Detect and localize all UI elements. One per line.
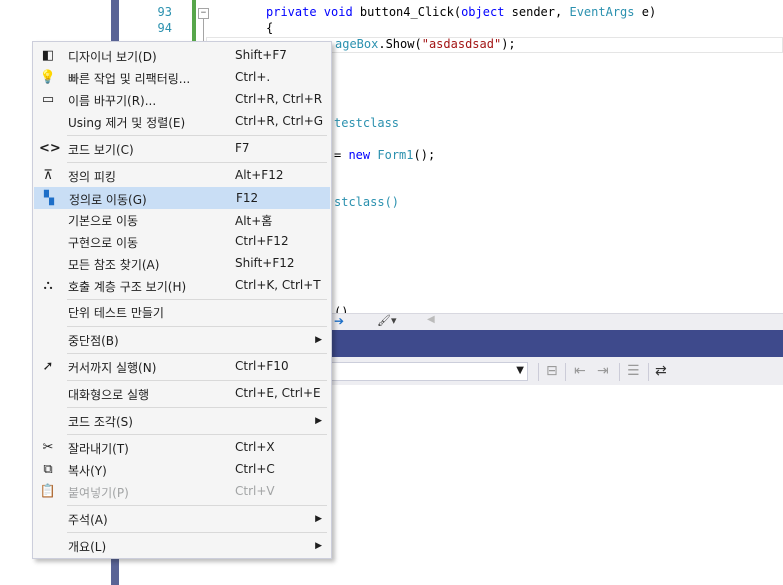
menu-item-view-designer[interactable]: ◧ 디자이너 보기(D) Shift+F7 [34,45,330,67]
code-icon: <> [39,141,61,156]
menu-separator [67,353,327,354]
menu-separator [67,326,327,327]
menu-item-peek-definition[interactable]: ⊼ 정의 피킹 Alt+F12 [34,165,330,187]
run-to-cursor-icon: ➚ [42,359,54,374]
menu-item-breakpoint[interactable]: 중단점(B) ▶ [34,329,330,351]
menu-item-execute-interactive[interactable]: 대화형으로 실행 Ctrl+E, Ctrl+E [34,383,330,405]
prev-item-icon[interactable]: ⇤ [574,363,586,379]
chevron-down-icon: ▼ [516,365,524,376]
copy-icon: ⧉ [43,462,53,477]
menu-item-paste[interactable]: 📋 붙여넣기(P) Ctrl+V [34,481,330,503]
menu-item-comment[interactable]: 주석(A) ▶ [34,508,330,530]
find-icon[interactable]: ⊟ [546,363,558,379]
menu-item-go-to-definition[interactable]: ▚ 정의로 이동(G) F12 [34,187,330,209]
menu-item-create-unit-tests[interactable]: 단위 테스트 만들기 [34,301,330,323]
menu-item-view-code[interactable]: <> 코드 보기(C) F7 [34,138,330,160]
next-item-icon[interactable]: ⇥ [597,363,609,379]
menu-item-outlining[interactable]: 개요(L) ▶ [34,535,330,557]
goto-definition-icon: ▚ [44,191,54,206]
line-number-93: 93 [157,5,172,19]
code-fragment-new-form: = new Form1(); [334,148,436,162]
menu-item-cut[interactable]: ✂ 잘라내기(T) Ctrl+X [34,437,330,459]
menu-separator [67,380,327,381]
clear-all-icon[interactable]: ☰ [627,363,640,379]
collapse-icon[interactable]: − [198,8,209,19]
menu-item-go-to-base[interactable]: 기본으로 이동 Alt+홈 [34,209,330,231]
menu-item-view-call-hierarchy[interactable]: ⛬ 호출 계층 구조 보기(H) Ctrl+K, Ctrl+T [34,275,330,297]
menu-item-run-to-cursor[interactable]: ➚ 커서까지 실행(N) Ctrl+F10 [34,356,330,378]
submenu-arrow-icon: ▶ [315,416,322,426]
menu-separator [67,135,327,136]
call-hierarchy-icon: ⛬ [43,278,53,293]
designer-icon: ◧ [41,48,55,63]
navigate-forward-icon[interactable]: ➔ [334,314,344,328]
submenu-arrow-icon: ▶ [315,541,322,551]
submenu-arrow-icon: ▶ [315,335,322,345]
menu-item-snippet[interactable]: 코드 조각(S) ▶ [34,410,330,432]
menu-separator [67,532,327,533]
toolbar-separator [619,363,620,381]
menu-item-quick-actions[interactable]: 💡 빠른 작업 및 리팩터링... Ctrl+. [34,67,330,89]
menu-separator [67,299,327,300]
code-line-94: { [266,21,274,35]
menu-separator [67,162,327,163]
menu-separator [67,505,327,506]
code-fragment-testclass: testclass [334,116,400,130]
toolbar-separator [538,363,539,381]
word-wrap-icon[interactable]: ⇄ [655,363,667,379]
code-fragment-testclass-ctor: stclass() [334,195,400,209]
line-number-94: 94 [157,21,172,35]
context-menu: ◧ 디자이너 보기(D) Shift+F7 💡 빠른 작업 및 리팩터링... … [32,41,332,559]
menu-item-go-to-implementation[interactable]: 구현으로 이동 Ctrl+F12 [34,231,330,253]
rename-icon: ▭ [41,92,55,107]
paste-icon: 📋 [39,484,57,499]
code-line-93: private void button4_Click(object sender… [266,5,657,19]
brush-icon[interactable]: 🖌▾ [377,314,397,327]
toolbar-dropdown[interactable]: ▼ [330,362,528,381]
menu-item-copy[interactable]: ⧉ 복사(Y) Ctrl+C [34,459,330,481]
lightbulb-icon: 💡 [39,70,57,85]
submenu-arrow-icon: ▶ [315,514,322,524]
menu-item-rename[interactable]: ▭ 이름 바꾸기(R)... Ctrl+R, Ctrl+R [34,89,330,111]
code-line-messagebox: ageBox.Show("asdasdsad"); [335,37,516,51]
scissors-icon: ✂ [42,440,54,455]
scroll-left-icon[interactable]: ◀ [427,314,435,325]
peek-icon: ⊼ [43,168,53,183]
menu-item-remove-sort-usings[interactable]: Using 제거 및 정렬(E) Ctrl+R, Ctrl+G [34,111,330,133]
menu-item-find-all-references[interactable]: 모든 참조 찾기(A) Shift+F12 [34,253,330,275]
menu-separator [67,434,327,435]
toolbar-separator [565,363,566,381]
menu-separator [67,407,327,408]
toolbar-separator [648,363,649,381]
